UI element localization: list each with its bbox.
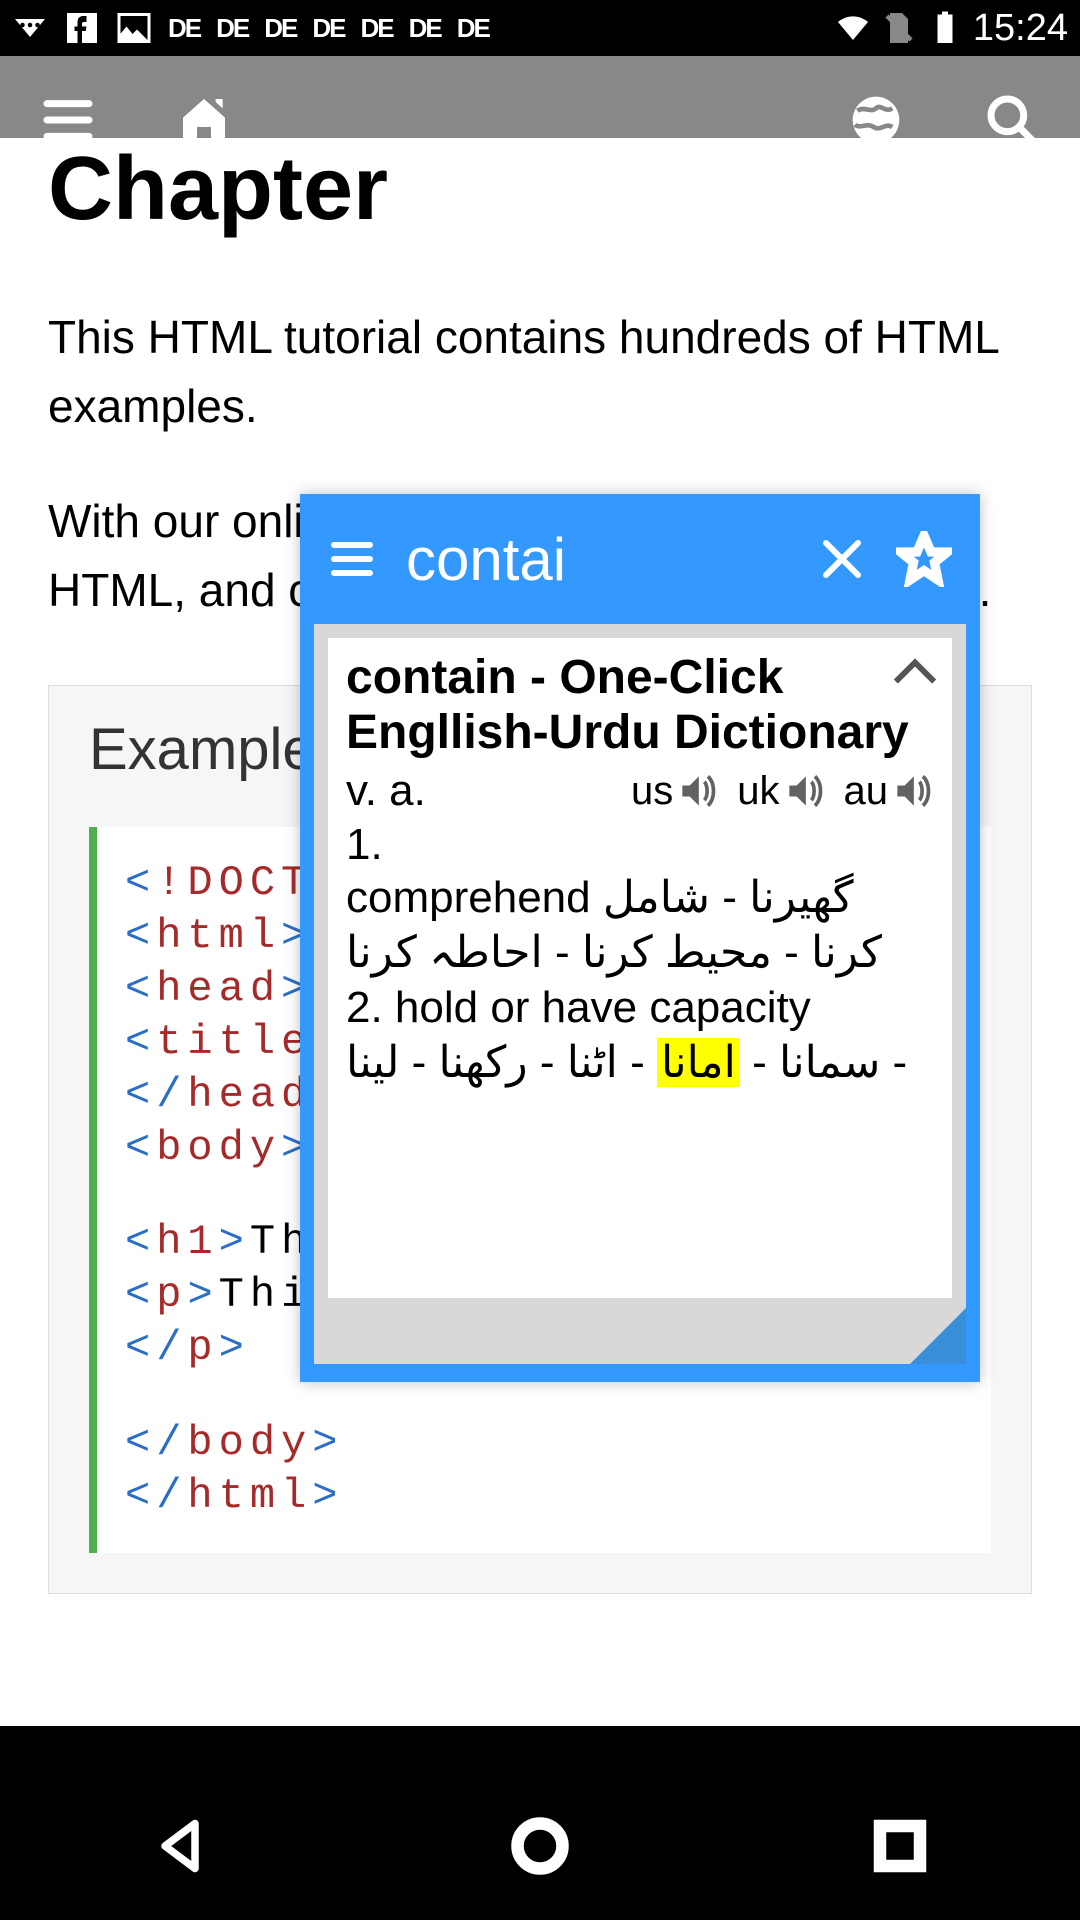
star-icon[interactable] [896, 531, 952, 587]
status-left: DE DE DE DE DE DE DE [12, 10, 489, 46]
status-time: 15:24 [973, 7, 1068, 50]
chevron-up-icon[interactable] [892, 658, 938, 686]
popup-inner[interactable]: contain - One-Click Engllish-Urdu Dictio… [328, 638, 952, 1298]
dictionary-popup[interactable]: contai contain - One-Click Engllish-Urdu… [300, 494, 980, 1382]
popup-search-value[interactable]: contai [406, 525, 788, 594]
facebook-icon [64, 10, 100, 46]
app-notification-icon: DE [216, 13, 248, 44]
app-notification-icon: DE [361, 13, 393, 44]
battery-icon [927, 10, 963, 46]
notification-more-icon [12, 10, 48, 46]
intro-paragraph-1: This HTML tutorial contains hundreds of … [48, 303, 1032, 441]
close-icon[interactable] [818, 535, 866, 583]
page-heading: Chapter [48, 138, 1032, 241]
home-nav-icon[interactable] [510, 1816, 570, 1876]
app-notification-icon: DE [312, 13, 344, 44]
def-2-urdu: سمانا - امانا - اٹنا - رکھنا - لینا - [346, 1035, 934, 1090]
pron-au-button[interactable]: au [844, 769, 935, 814]
app-notification-icon: DE [409, 13, 441, 44]
popup-body: contain - One-Click Engllish-Urdu Dictio… [314, 624, 966, 1364]
no-sim-icon [881, 10, 917, 46]
popup-header: contai [300, 494, 980, 624]
picture-icon [116, 10, 152, 46]
back-icon[interactable] [150, 1816, 210, 1876]
dictionary-title: contain - One-Click Engllish-Urdu Dictio… [346, 650, 934, 760]
resize-handle-icon[interactable] [910, 1308, 966, 1364]
popup-menu-icon[interactable] [328, 535, 376, 583]
status-right: 15:24 [835, 7, 1068, 50]
pron-us-button[interactable]: us [631, 769, 719, 814]
part-of-speech: v. a. [346, 766, 426, 816]
wifi-icon [835, 10, 871, 46]
app-notification-icon: DE [168, 13, 200, 44]
def-1-number: 1. [346, 820, 934, 870]
status-bar: DE DE DE DE DE DE DE 15:24 [0, 0, 1080, 56]
app-notification-icon: DE [457, 13, 489, 44]
app-notification-icon: DE [264, 13, 296, 44]
pron-uk-button[interactable]: uk [737, 769, 825, 814]
system-nav-bar [0, 1772, 1080, 1920]
recents-icon[interactable] [870, 1816, 930, 1876]
def-1-text: comprehend گھیرنا - شامل کرنا - محیط کرن… [346, 870, 934, 980]
def-2-text: 2. hold or have capacity [346, 980, 934, 1035]
